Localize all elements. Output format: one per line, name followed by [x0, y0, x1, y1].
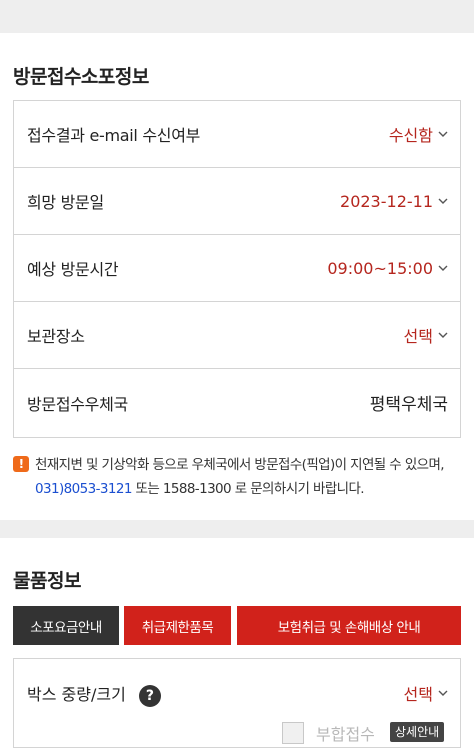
- box-weight-label-wrap: 박스 중량/크기 ?: [27, 681, 161, 707]
- storage-place-label: 보관장소: [27, 327, 85, 346]
- box-info-card: 박스 중량/크기 ? 선택 부합접수 상세안내: [13, 658, 461, 748]
- delay-notice: ! 천재지변 및 기상악화 등으로 우체국에서 방문접수(픽업)이 지연될 수 …: [13, 453, 463, 501]
- visit-info-card: 접수결과 e-mail 수신여부 수신함 희망 방문일 2023-12-11 예…: [13, 100, 461, 438]
- chevron-down-icon: [438, 131, 448, 137]
- notice-phone-link[interactable]: 031)8053-3121: [35, 481, 132, 497]
- detail-guide-button[interactable]: 상세안내: [390, 722, 445, 742]
- chevron-down-icon: [438, 690, 448, 696]
- visit-date-row[interactable]: 희망 방문일 2023-12-11: [14, 168, 460, 235]
- notice-text-before: 천재지변 및 기상악화 등으로 우체국에서 방문접수(픽업)이 지연될 수 있으…: [35, 457, 445, 473]
- email-receive-label: 접수결과 e-mail 수신여부: [27, 126, 201, 145]
- chevron-down-icon: [438, 265, 448, 271]
- warning-icon: !: [13, 456, 29, 472]
- visit-section-title: 방문접수소포정보: [13, 66, 149, 88]
- visit-date-label: 희망 방문일: [27, 193, 104, 212]
- post-office-value: 평택우체국: [369, 395, 448, 415]
- email-receive-value: 수신함: [388, 126, 433, 145]
- notice-text-after: 또는 1588-1300 로 문의하시기 바랍니다.: [131, 481, 365, 497]
- insurance-guide-button[interactable]: 보험취급 및 손해배상 안내: [237, 606, 461, 645]
- visit-date-select[interactable]: 2023-12-11: [340, 192, 448, 211]
- visit-time-row[interactable]: 예상 방문시간 09:00~15:00: [14, 235, 460, 302]
- visit-date-value: 2023-12-11: [340, 191, 433, 211]
- top-divider-band: [0, 0, 474, 33]
- post-office-row: 방문접수우체국 평택우체국: [14, 369, 460, 436]
- email-receive-row[interactable]: 접수결과 e-mail 수신여부 수신함: [14, 101, 460, 168]
- email-receive-select[interactable]: 수신함: [389, 122, 448, 146]
- goods-section-title: 물품정보: [13, 570, 81, 592]
- box-weight-select[interactable]: 선택: [404, 681, 448, 705]
- storage-place-value: 선택: [403, 327, 433, 346]
- notice-text: 천재지변 및 기상악화 등으로 우체국에서 방문접수(픽업)이 지연될 수 있으…: [13, 453, 463, 501]
- combine-label: 부합접수: [316, 725, 375, 744]
- combine-checkbox[interactable]: [282, 722, 304, 744]
- box-weight-value: 선택: [403, 685, 433, 704]
- post-office-label: 방문접수우체국: [27, 394, 128, 414]
- visit-time-select[interactable]: 09:00~15:00: [327, 259, 448, 278]
- chevron-down-icon: [438, 198, 448, 204]
- chevron-down-icon: [438, 332, 448, 338]
- box-weight-label: 박스 중량/크기: [27, 685, 126, 704]
- restricted-items-button[interactable]: 취급제한품목: [124, 606, 231, 645]
- storage-place-select[interactable]: 선택: [404, 323, 448, 347]
- storage-place-row[interactable]: 보관장소 선택: [14, 302, 460, 369]
- help-icon[interactable]: ?: [138, 684, 161, 707]
- parcel-fee-button[interactable]: 소포요금안내: [13, 606, 119, 645]
- visit-time-label: 예상 방문시간: [27, 260, 119, 279]
- mid-divider-band: [0, 520, 474, 538]
- visit-time-value: 09:00~15:00: [327, 258, 433, 278]
